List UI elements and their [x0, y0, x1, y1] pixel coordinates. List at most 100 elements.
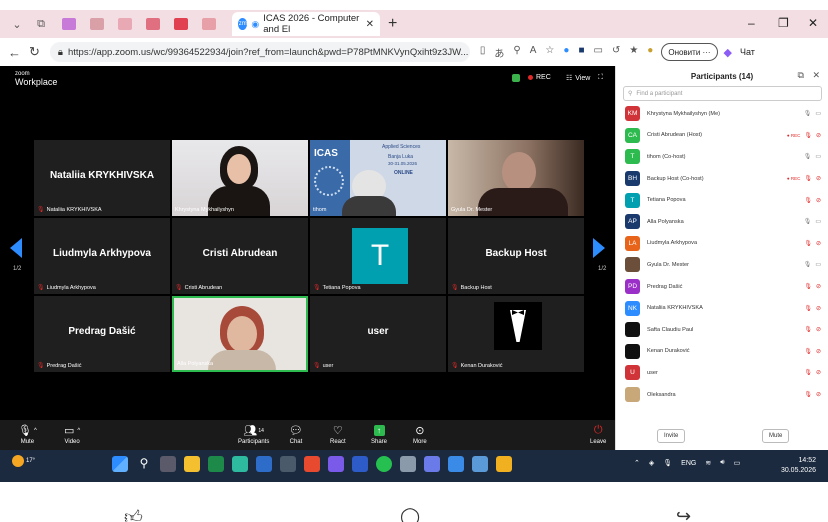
read-aloud-icon[interactable]: A	[530, 45, 537, 60]
muted-microphone-icon[interactable]: 🎙︎	[804, 305, 812, 312]
whatsapp-icon[interactable]	[376, 456, 392, 472]
muted-microphone-icon[interactable]: 🎙︎	[804, 369, 812, 376]
video-tile[interactable]: Cristi Abrudean 🎙︎ Cristi Abrudean	[172, 218, 308, 294]
participant-row[interactable]: Gyula Dr. Mester 🎙︎ ▭	[616, 254, 828, 276]
wifi-icon[interactable]: ≋	[705, 459, 711, 467]
video-tile[interactable]: Gyula Dr. Mester	[448, 140, 584, 216]
chat-label[interactable]: Чат	[740, 47, 755, 57]
notepad-icon[interactable]	[472, 456, 488, 472]
clock[interactable]: 14:52 30.05.2026	[781, 456, 816, 476]
start-icon[interactable]	[112, 456, 128, 472]
view-button[interactable]: ☷ View	[566, 74, 590, 83]
pinned-tab[interactable]	[118, 18, 132, 30]
battery-icon[interactable]: ▭	[734, 459, 741, 467]
camera-off-icon[interactable]: ⊘	[816, 175, 821, 182]
profile-avatar-icon[interactable]: ●	[647, 45, 653, 60]
video-tile[interactable]: Backup Host 🎙︎ Backup Host	[448, 218, 584, 294]
pinned-tab[interactable]	[62, 18, 76, 30]
muted-microphone-icon[interactable]: 🎙︎	[804, 132, 812, 139]
participant-row[interactable]: PD Predrag Dašić 🎙︎ ⊘	[616, 276, 828, 298]
microphone-icon[interactable]: 🎙︎	[804, 218, 812, 225]
participant-row[interactable]: Safta Claudiu Paul 🎙︎ ⊘	[616, 319, 828, 341]
muted-microphone-icon[interactable]: 🎙︎	[804, 283, 812, 290]
participant-row[interactable]: CA Cristi Abrudean (Host) ● REC 🎙︎ ⊘	[616, 125, 828, 147]
camera-off-icon[interactable]: ⊘	[816, 240, 821, 247]
video-tile[interactable]: Predrag Dašić 🎙︎ Predrag Dašić	[34, 296, 170, 372]
refresh-tabs-icon[interactable]: ↺	[612, 45, 620, 60]
pinned-tab[interactable]	[174, 18, 188, 30]
muted-microphone-icon[interactable]: 🎙︎	[804, 391, 812, 398]
extension-icon[interactable]: ■	[578, 45, 584, 60]
search-icon[interactable]: ⚲	[136, 456, 152, 472]
pinned-tab[interactable]	[146, 18, 160, 30]
participant-row[interactable]: BH Backup Host (Co-host) ● REC 🎙︎ ⊘	[616, 168, 828, 190]
video-tile[interactable]: Nataliia KRYKHIVSKA 🎙︎ Nataliia KRYKHIVSK…	[34, 140, 170, 216]
pinned-tab[interactable]	[90, 18, 104, 30]
participant-row[interactable]: Uuser 🎙︎ ⊘	[616, 362, 828, 384]
workspaces-icon[interactable]: ⧉	[34, 17, 48, 31]
video-tile[interactable]: 🎙︎ Kenan Duraković	[448, 296, 584, 372]
translate-icon[interactable]: あ	[494, 45, 504, 60]
video-button[interactable]: ▭ ^ Video	[64, 424, 80, 445]
app-icon[interactable]	[496, 456, 512, 472]
video-tile-active-speaker[interactable]: Alla Polyanska	[172, 296, 308, 372]
microphone-icon[interactable]: 🎙︎	[804, 153, 812, 160]
camera-off-icon[interactable]: ⊘	[816, 369, 821, 376]
camera-off-icon[interactable]: ⊘	[816, 348, 821, 355]
camera-off-icon[interactable]: ⊘	[816, 326, 821, 333]
photos-icon[interactable]	[448, 456, 464, 472]
participant-row[interactable]: KM Khrystyna Mykhailyshyn (Me) 🎙︎ ▭	[616, 103, 828, 125]
back-icon[interactable]: ←	[8, 45, 21, 60]
chrome-icon[interactable]	[304, 456, 320, 472]
mute-button[interactable]: 🎙︎ ^ Mute	[18, 424, 37, 445]
split-screen-icon[interactable]: ▭	[593, 45, 602, 60]
minimize-icon[interactable]: –	[748, 16, 755, 30]
video-tile[interactable]: Liudmyla Arkhypova 🎙︎ Liudmyla Arkhypova	[34, 218, 170, 294]
outlook-icon[interactable]	[256, 456, 272, 472]
camera-off-icon[interactable]: ⊘	[816, 283, 821, 290]
url-field[interactable]: 🔒︎ https://app.zoom.us/wc/99364522934/jo…	[49, 42, 470, 62]
participant-row[interactable]: LA Liudmyla Arkhypova 🎙︎ ⊘	[616, 233, 828, 255]
muted-microphone-icon[interactable]: 🎙︎	[804, 326, 812, 333]
language-indicator[interactable]: ENG	[681, 460, 696, 467]
participant-row[interactable]: T Tetiana Popova 🎙︎ ⊘	[616, 189, 828, 211]
close-icon[interactable]: ✕	[366, 19, 374, 30]
volume-icon[interactable]: 🔊︎	[720, 459, 724, 467]
microphone-icon[interactable]: 🎙︎	[804, 261, 812, 268]
copilot-icon[interactable]: ◆	[724, 46, 732, 59]
video-tile[interactable]: ICAS Applied Sciences Banja Luka 30-31.0…	[310, 140, 446, 216]
share-button[interactable]: ↑ Share	[371, 424, 387, 445]
more-button[interactable]: ⊙ More	[413, 424, 427, 445]
chat-button[interactable]: 💬︎ Chat	[289, 424, 303, 445]
new-tab-icon[interactable]: +	[388, 15, 397, 33]
recording-indicator[interactable]: REC	[528, 74, 551, 81]
leave-button[interactable]: ⏻ Leave	[590, 424, 606, 445]
participant-row[interactable]: NK Nataliia KRYKHIVSKA 🎙︎ ⊘	[616, 297, 828, 319]
task-view-icon[interactable]	[160, 456, 176, 472]
muted-microphone-icon[interactable]: 🎙︎	[804, 348, 812, 355]
weather-widget[interactable]: 17°	[12, 455, 35, 467]
security-indicator[interactable]	[512, 74, 520, 82]
tab-actions-icon[interactable]: ⌄	[10, 17, 24, 31]
muted-microphone-icon[interactable]: 🎙︎	[804, 197, 812, 204]
participant-row[interactable]: AP Alla Polyanska 🎙︎ ▭	[616, 211, 828, 233]
app-icon[interactable]	[328, 456, 344, 472]
favorite-star-icon[interactable]: ☆	[545, 45, 554, 60]
participant-search-input[interactable]: ⚲ Find a participant	[623, 86, 822, 101]
camera-icon[interactable]: ▭	[815, 218, 821, 225]
popout-icon[interactable]: ⧉	[798, 70, 804, 80]
window-close-icon[interactable]: ✕	[808, 16, 818, 30]
like-icon[interactable]: 👍︎	[124, 506, 143, 522]
chevron-up-icon[interactable]: ⌃	[634, 459, 640, 467]
participant-row[interactable]: Ttihom (Co-host) 🎙︎ ▭	[616, 146, 828, 168]
file-explorer-icon[interactable]	[184, 456, 200, 472]
update-button[interactable]: Оновити ···	[661, 43, 718, 61]
restore-icon[interactable]: ❐	[778, 16, 789, 30]
excel-icon[interactable]	[208, 456, 224, 472]
reader-icon[interactable]: ▯	[480, 45, 486, 60]
comment-icon[interactable]: ◯	[400, 506, 420, 522]
video-tile[interactable]: Khrystyna Mykhailyshyn	[172, 140, 308, 216]
muted-microphone-icon[interactable]: 🎙︎	[804, 240, 812, 247]
fullscreen-icon[interactable]: ⛶	[598, 74, 603, 82]
invite-button[interactable]: Invite	[657, 429, 686, 443]
